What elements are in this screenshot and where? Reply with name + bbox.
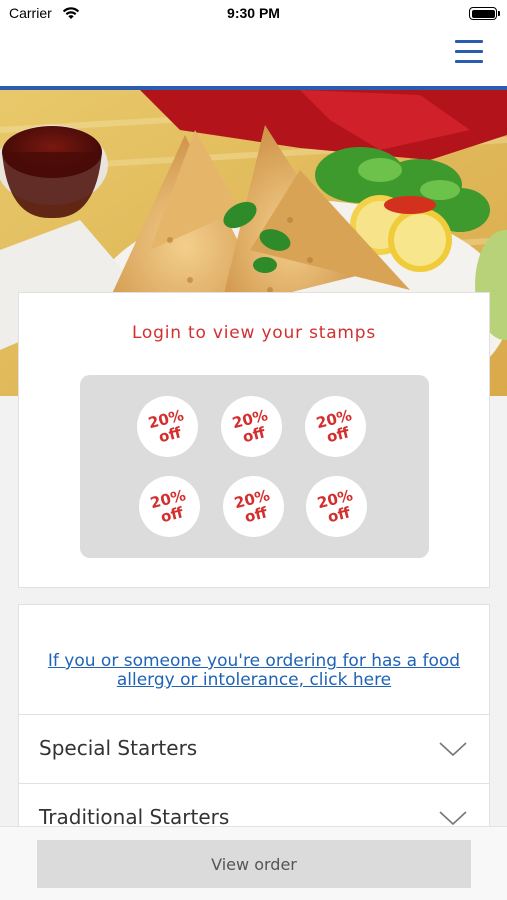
- stamp: 20% off: [306, 476, 367, 537]
- allergy-notice-card: If you or someone you're ordering for ha…: [18, 604, 490, 714]
- stamp: 20% off: [139, 476, 200, 537]
- chevron-down-icon: [439, 742, 467, 757]
- stamp: 20% off: [137, 396, 198, 457]
- nav-bar: [0, 28, 507, 86]
- view-order-button[interactable]: View order: [37, 840, 471, 888]
- menu-category-label: Special Starters: [39, 736, 198, 760]
- stamp-grid: 20% off 20% off 20% off 20% off 20% off 20% of…: [80, 375, 429, 558]
- status-time: 9:30 PM: [227, 5, 280, 21]
- chevron-down-icon: [439, 811, 467, 826]
- menu-category-special-starters[interactable]: Special Starters: [18, 714, 490, 784]
- hamburger-menu-icon[interactable]: [455, 40, 483, 64]
- stamp-card-title[interactable]: Login to view your stamps: [19, 323, 489, 343]
- status-bar: Carrier 9:30 PM: [0, 0, 507, 28]
- stamp: 20% off: [223, 476, 284, 537]
- stamp-card: Login to view your stamps 20% off 20% off …: [18, 292, 490, 588]
- battery-icon: [469, 7, 497, 20]
- stamp: 20% off: [221, 396, 282, 457]
- stamp: 20% off: [305, 396, 366, 457]
- battery-tip: [498, 11, 500, 16]
- bottom-bar: View order: [0, 826, 507, 900]
- allergy-info-link[interactable]: If you or someone you're ordering for ha…: [19, 652, 489, 690]
